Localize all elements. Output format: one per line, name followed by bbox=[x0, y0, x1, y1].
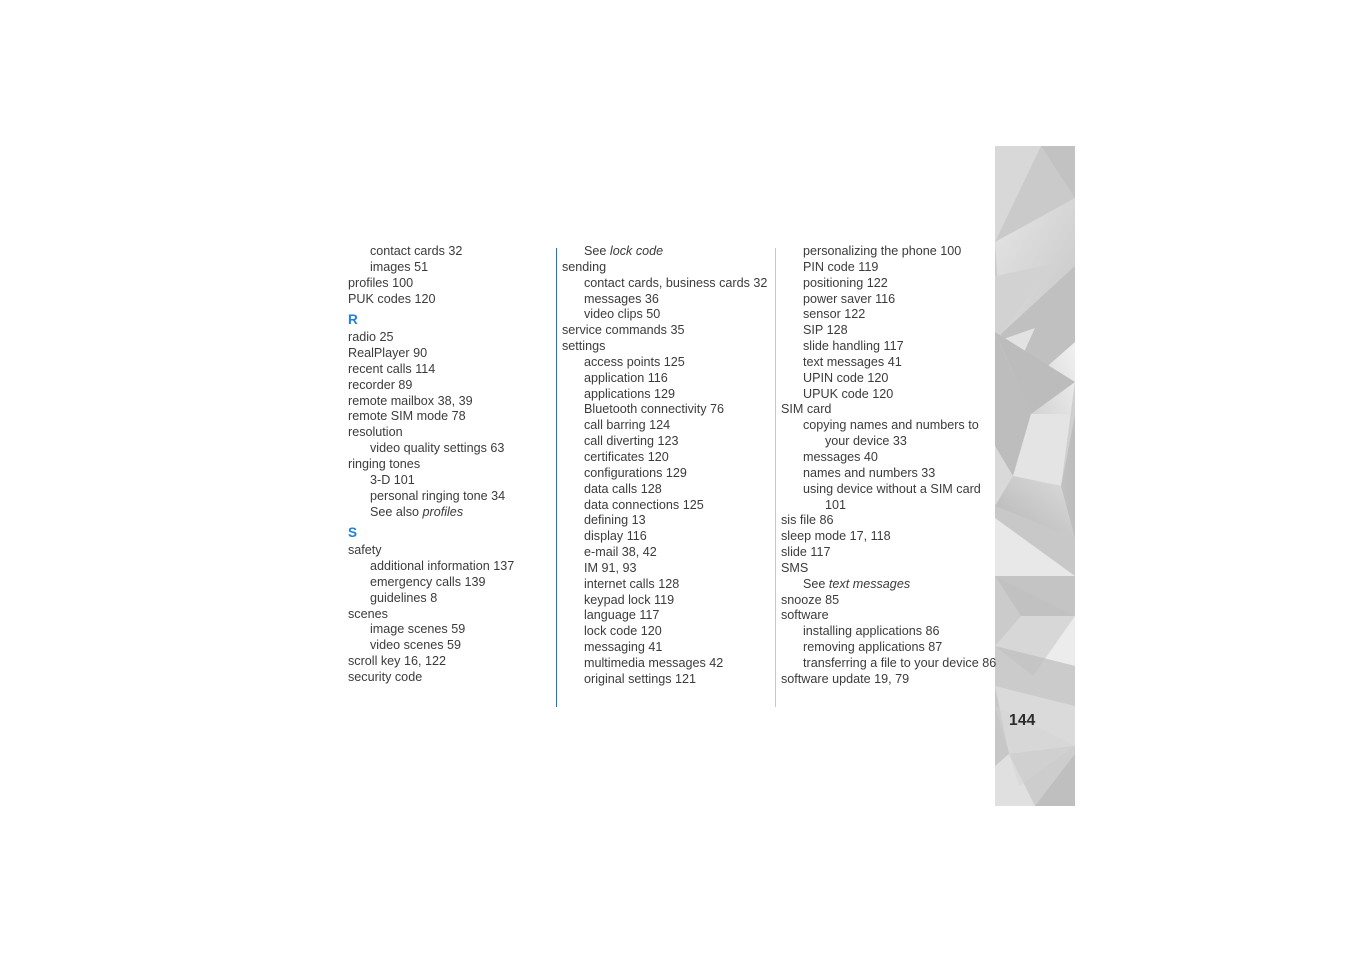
index-entry: removing applications 87 bbox=[803, 640, 943, 655]
index-entry: recorder 89 bbox=[348, 377, 413, 392]
index-entry: certificates 120 bbox=[584, 449, 669, 464]
index-entry: SIP 128 bbox=[803, 323, 848, 338]
index-entry: SMS bbox=[781, 560, 809, 575]
index-entry-text: See also bbox=[370, 504, 423, 519]
index-entry: access points 125 bbox=[584, 354, 685, 369]
index-entry: security code bbox=[348, 669, 423, 684]
index-entry: personalizing the phone 100 bbox=[803, 244, 962, 258]
index-entry: e-mail 38, 42 bbox=[584, 545, 657, 560]
index-entry: data connections 125 bbox=[584, 497, 704, 512]
index-entry: video clips 50 bbox=[584, 307, 661, 322]
index-entry: slide 117 bbox=[781, 545, 831, 560]
index-entry-cross-reference: text messages bbox=[828, 576, 911, 591]
index-entry: UPIN code 120 bbox=[803, 370, 889, 385]
index-entry: scroll key 16, 122 bbox=[348, 654, 447, 669]
index-entry: personal ringing tone 34 bbox=[370, 488, 506, 503]
index-entry: display 116 bbox=[584, 529, 647, 544]
index-entry: sensor 122 bbox=[803, 307, 866, 322]
index-entry: image scenes 59 bbox=[370, 622, 466, 637]
index-entry: defining 13 bbox=[584, 513, 646, 528]
index-entry: See lock code bbox=[562, 244, 774, 260]
faceted-graphic bbox=[995, 146, 1075, 806]
index-entry: SIM card bbox=[781, 402, 832, 417]
index-entry: keypad lock 119 bbox=[584, 592, 675, 607]
index-entry: Bluetooth connectivity 76 bbox=[584, 402, 725, 417]
index-entry: IM 91, 93 bbox=[584, 560, 637, 575]
index-entry: resolution bbox=[348, 425, 403, 440]
index-entry: guidelines 8 bbox=[370, 590, 438, 605]
index-entry: software bbox=[781, 608, 829, 623]
index-entry: contact cards 32 bbox=[370, 244, 463, 258]
index-entry: names and numbers 33 bbox=[803, 465, 936, 480]
index-entry: See text messages bbox=[781, 577, 993, 593]
index-entry: messages 40 bbox=[803, 449, 878, 464]
index-entry: data calls 128 bbox=[584, 481, 662, 496]
index-entry: messaging 41 bbox=[584, 640, 663, 655]
index-entry: sending bbox=[562, 259, 607, 274]
index-column-1: contact cards 32 images 51 profiles 100 PUK… bbox=[348, 244, 560, 686]
index-entry: internet calls 128 bbox=[584, 576, 680, 591]
index-entry: original settings 121 bbox=[584, 671, 697, 686]
index-entry: remote mailbox 38, 39 bbox=[348, 393, 473, 408]
index-entry-cross-reference: profiles bbox=[422, 504, 464, 519]
index-entry: power saver 116 bbox=[803, 291, 896, 306]
index-entry: text messages 41 bbox=[803, 354, 902, 369]
index-entry: multimedia messages 42 bbox=[584, 655, 724, 670]
index-entry: contact cards, business cards 32 bbox=[584, 275, 768, 290]
index-letter-heading: R bbox=[348, 311, 358, 327]
index-entry: settings bbox=[562, 339, 606, 354]
index-entry: configurations 129 bbox=[584, 465, 687, 480]
index-entry: applications 129 bbox=[584, 386, 676, 401]
index-entry: RealPlayer 90 bbox=[348, 346, 428, 361]
index-column-3: personalizing the phone 100 PIN code 119 p… bbox=[781, 244, 997, 688]
index-entry: video quality settings 63 bbox=[370, 441, 505, 456]
index-entry: remote SIM mode 78 bbox=[348, 409, 466, 424]
index-entry: ringing tones bbox=[348, 456, 421, 471]
column-divider-2 bbox=[775, 248, 776, 707]
index-entry: images 51 bbox=[370, 259, 429, 274]
index-entry: video scenes 59 bbox=[370, 638, 462, 653]
index-entry: messages 36 bbox=[584, 291, 659, 306]
index-entry: installing applications 86 bbox=[803, 624, 940, 639]
index-entry: PIN code 119 bbox=[803, 259, 879, 274]
index-entry: emergency calls 139 bbox=[370, 574, 486, 589]
index-entry: safety bbox=[348, 543, 382, 558]
index-entry-text: See bbox=[584, 244, 610, 258]
index-entry: additional information 137 bbox=[370, 559, 515, 574]
index-entry: software update 19, 79 bbox=[781, 671, 910, 686]
index-entry: recent calls 114 bbox=[348, 361, 436, 376]
index-entry: transferring a file to your device 86 bbox=[803, 655, 997, 670]
index-entry-text: See bbox=[803, 576, 829, 591]
index-entry: sleep mode 17, 118 bbox=[781, 529, 891, 544]
index-entry: profiles 100 bbox=[348, 275, 414, 290]
index-entry: copying names and numbers to bbox=[803, 418, 979, 433]
decorative-faceted-band bbox=[995, 146, 1075, 806]
page-number: 144 bbox=[1009, 712, 1036, 729]
index-entry: scenes bbox=[348, 606, 388, 621]
index-entry: 101 bbox=[825, 497, 847, 512]
index-entry: See also profiles bbox=[348, 505, 560, 521]
index-entry: call barring 124 bbox=[584, 418, 671, 433]
index-entry: call diverting 123 bbox=[584, 434, 679, 449]
index-area: contact cards 32 images 51 profiles 100 PUK… bbox=[348, 244, 998, 714]
index-entry: snooze 85 bbox=[781, 592, 840, 607]
index-entry: application 116 bbox=[584, 370, 668, 385]
index-entry-cross-reference: lock code bbox=[609, 244, 664, 258]
index-entry: PUK codes 120 bbox=[348, 291, 436, 306]
index-entry: your device 33 bbox=[825, 434, 907, 449]
index-entry: 3-D 101 bbox=[370, 472, 415, 487]
index-entry: positioning 122 bbox=[803, 275, 888, 290]
index-entry: sis file 86 bbox=[781, 513, 834, 528]
index-column-2: See lock code sending contact cards, busin… bbox=[562, 244, 774, 688]
index-entry: UPUK code 120 bbox=[803, 386, 894, 401]
index-entry: lock code 120 bbox=[584, 624, 662, 639]
index-entry: using device without a SIM card bbox=[803, 481, 981, 496]
index-entry: language 117 bbox=[584, 608, 660, 623]
index-entry: service commands 35 bbox=[562, 323, 685, 338]
index-entry: radio 25 bbox=[348, 330, 394, 345]
index-letter-heading: S bbox=[348, 524, 358, 540]
index-entry: slide handling 117 bbox=[803, 339, 904, 354]
